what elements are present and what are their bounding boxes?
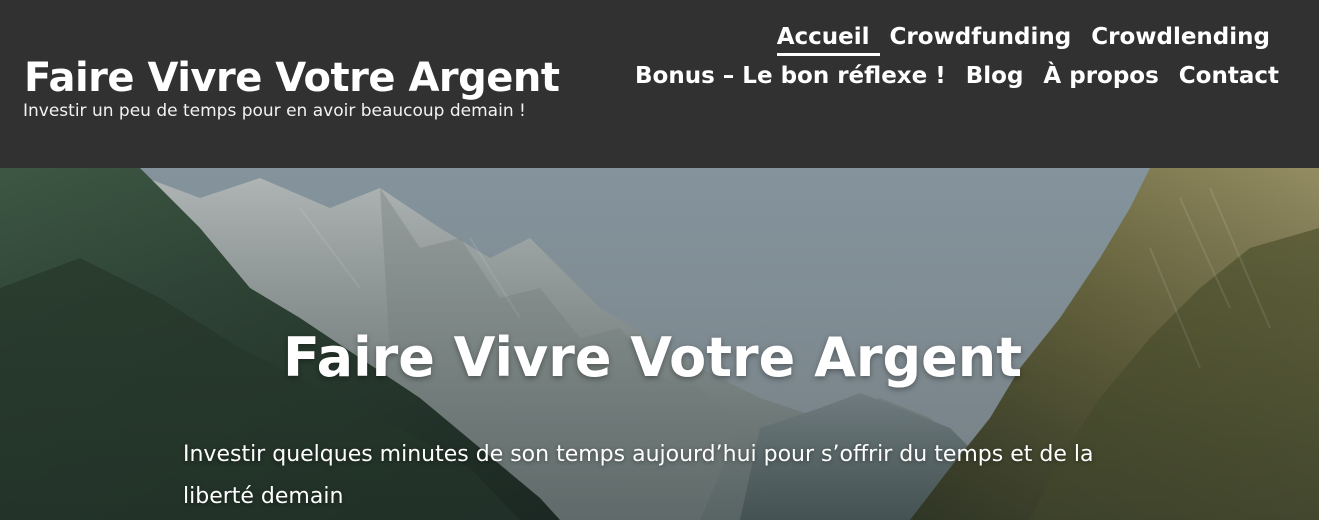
site-tagline: Investir un peu de temps pour en avoir b… (23, 101, 526, 121)
main-nav-row-1: Accueil Crowdfunding Crowdlending (776, 24, 1270, 56)
main-nav-row-2: Bonus – Le bon réflexe ! Blog À propos C… (635, 63, 1279, 93)
hero-banner: Faire Vivre Votre Argent Investir quelqu… (0, 168, 1319, 520)
nav-item-bonus[interactable]: Bonus – Le bon réflexe ! (635, 63, 946, 93)
nav-item-accueil[interactable]: Accueil (776, 24, 880, 56)
nav-item-blog[interactable]: Blog (966, 63, 1024, 93)
site-header: Faire Vivre Votre Argent Investir un peu… (0, 0, 1319, 168)
nav-item-crowdfunding[interactable]: Crowdfunding (890, 24, 1072, 54)
nav-item-crowdlending[interactable]: Crowdlending (1091, 24, 1270, 54)
hero-title: Faire Vivre Votre Argent (282, 326, 1023, 389)
nav-item-a-propos[interactable]: À propos (1043, 63, 1158, 93)
hero-description: Investir quelques minutes de son temps a… (183, 442, 1094, 509)
site-title[interactable]: Faire Vivre Votre Argent (24, 52, 560, 104)
nav-item-contact[interactable]: Contact (1179, 63, 1279, 93)
